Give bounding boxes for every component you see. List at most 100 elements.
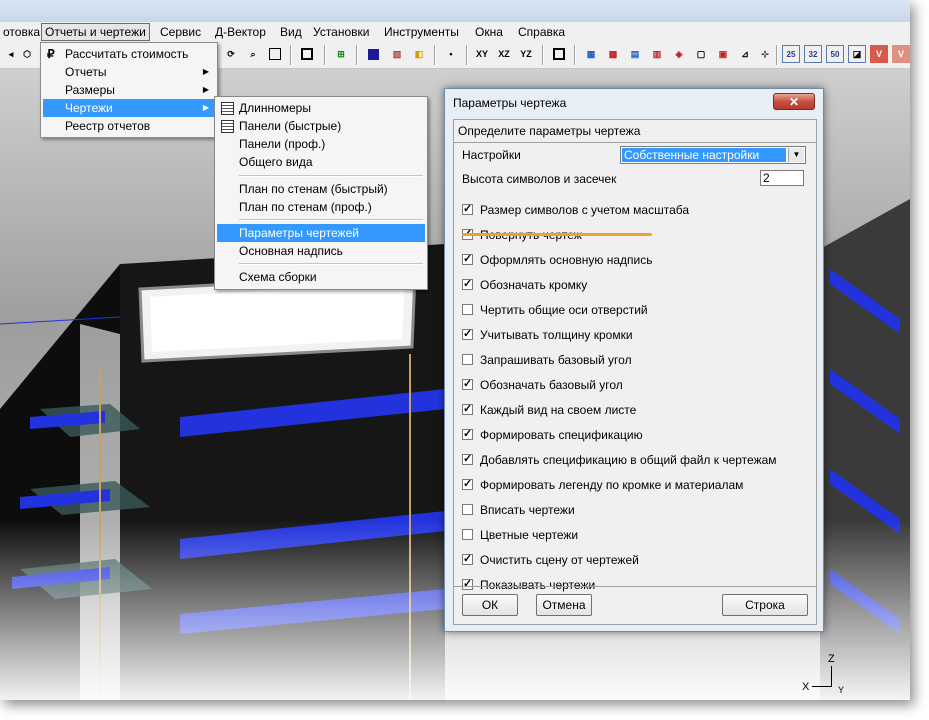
texture-icon[interactable]: ▧	[388, 45, 406, 63]
line-tool-icon[interactable]: ⊹	[756, 45, 774, 63]
layers-icon[interactable]: ◧	[410, 45, 428, 63]
checkbox-label: Очистить сцену от чертежей	[480, 553, 639, 567]
checkbox-label: Запрашивать базовый угол	[480, 353, 632, 367]
menu-separator	[239, 175, 423, 177]
checkbox-label: Добавлять спецификацию в общий файл к че…	[480, 453, 777, 467]
submenu-general-view[interactable]: Общего вида	[217, 153, 425, 171]
panel-edit-icon[interactable]: ▩	[604, 45, 622, 63]
brand-v-icon[interactable]: V	[870, 45, 888, 63]
chevron-down-icon[interactable]: ▼	[788, 148, 804, 162]
brand-v2-icon[interactable]: V	[892, 45, 910, 63]
scale-50-button[interactable]: 50	[826, 45, 844, 63]
title-strip	[0, 0, 910, 22]
view-xz-button[interactable]: XZ	[494, 45, 514, 63]
checkbox[interactable]: ✓	[462, 404, 473, 415]
checkbox[interactable]: ✓	[462, 454, 473, 465]
panel-fix-icon[interactable]: ▣	[714, 45, 732, 63]
settings-select[interactable]: Собственные настройки ▼	[620, 146, 806, 164]
color-fill-icon[interactable]	[364, 45, 382, 63]
checkbox-label: Показывать чертежи	[480, 578, 596, 592]
menu-report-registry[interactable]: Реестр отчетов	[43, 117, 215, 135]
checkbox[interactable]: ✓	[462, 554, 473, 565]
menu-item-view[interactable]: Вид	[277, 24, 305, 40]
checkbox[interactable]: ✓	[462, 579, 473, 590]
annotation-underline	[462, 233, 652, 236]
submenu-title-block[interactable]: Основная надпись	[217, 242, 425, 260]
checkbox[interactable]: ✓	[462, 479, 473, 490]
panel-cut-icon[interactable]: ◈	[670, 45, 688, 63]
submenu-arrow-icon: ▶	[202, 67, 209, 76]
menu-dimensions[interactable]: Размеры ▶	[43, 81, 215, 99]
checkbox[interactable]: ✓	[462, 204, 473, 215]
tree-icon[interactable]: ⊞	[332, 45, 350, 63]
axis-x-label: X	[802, 681, 810, 693]
view-xy-button[interactable]: XY	[472, 45, 492, 63]
checkbox[interactable]: ✓	[462, 329, 473, 340]
close-button[interactable]: ✕	[773, 93, 815, 110]
height-label: Высота символов и засечек	[462, 172, 617, 186]
cancel-button[interactable]: Отмена	[536, 594, 592, 616]
scale-25-button[interactable]: 25	[782, 45, 800, 63]
view-yz-button[interactable]: YZ	[516, 45, 536, 63]
checkbox-label: Чертить общие оси отверстий	[480, 303, 648, 317]
menu-item-help[interactable]: Справка	[515, 24, 568, 40]
submenu-arrow-icon: ▶	[202, 103, 209, 112]
menu-item-preparation[interactable]: отовка	[0, 24, 43, 40]
submenu-panels-fast[interactable]: Панели (быстрые)	[217, 117, 425, 135]
line-button[interactable]: Строка	[722, 594, 808, 616]
rotate-icon[interactable]: ⟳	[222, 45, 240, 63]
axis-z-line	[831, 666, 832, 686]
submenu-wall-plan-prof[interactable]: План по стенам (проф.)	[217, 198, 425, 216]
menu-item-settings[interactable]: Установки	[310, 24, 372, 40]
checkbox-label: Обозначать базовый угол	[480, 378, 623, 392]
frame-icon[interactable]	[550, 45, 568, 63]
table-icon	[221, 102, 234, 115]
checkbox[interactable]: ✓	[462, 379, 473, 390]
menu-item-d-vector[interactable]: Д-Вектор	[212, 24, 269, 40]
zoom-window-icon[interactable]	[266, 45, 284, 63]
app-window: отовка Отчеты и чертежи Сервис Д-Вектор …	[0, 0, 910, 700]
group-divider	[454, 142, 816, 143]
checkbox[interactable]	[462, 504, 473, 515]
menu-drawings[interactable]: Чертежи ▶	[43, 99, 215, 117]
checkbox-label: Каждый вид на своем листе	[480, 403, 637, 417]
checkbox[interactable]	[462, 354, 473, 365]
height-input[interactable]	[760, 170, 804, 186]
zoom-icon[interactable]: ⌕	[244, 45, 262, 63]
panel-frame-icon[interactable]: ▢	[692, 45, 710, 63]
checkbox-label: Оформлять основную надпись	[480, 253, 653, 267]
submenu-assembly-scheme[interactable]: Схема сборки	[217, 268, 425, 286]
ok-button[interactable]: ОК	[462, 594, 518, 616]
menu-item-reports-drawings[interactable]: Отчеты и чертежи	[41, 23, 150, 41]
point-icon[interactable]: •	[442, 45, 460, 63]
submenu-length-parts[interactable]: Длинномеры	[217, 99, 425, 117]
dialog-title: Параметры чертежа	[453, 96, 567, 110]
checkbox-label: Формировать легенду по кромке и материал…	[480, 478, 744, 492]
menu-calc-cost[interactable]: ₽ Рассчитать стоимость	[43, 45, 215, 63]
scale-custom-icon[interactable]: ◪	[848, 45, 866, 63]
panel-drill-icon[interactable]: ▥	[648, 45, 666, 63]
checkbox[interactable]	[462, 304, 473, 315]
checkbox[interactable]	[462, 529, 473, 540]
submenu-panels-prof[interactable]: Панели (проф.)	[217, 135, 425, 153]
checkbox[interactable]: ✓	[462, 254, 473, 265]
menu-reports[interactable]: Отчеты ▶	[43, 63, 215, 81]
checkbox[interactable]: ✓	[462, 429, 473, 440]
axis-y-label: Y	[838, 685, 845, 695]
measure-icon[interactable]: ⊿	[736, 45, 754, 63]
scale-32-button[interactable]: 32	[804, 45, 822, 63]
panel-icon[interactable]: ▦	[582, 45, 600, 63]
cube-icon[interactable]: ⬡	[18, 45, 36, 63]
reports-menu: ₽ Рассчитать стоимость Отчеты ▶ Размеры ▶ Ч…	[40, 42, 218, 138]
menu-item-service[interactable]: Сервис	[157, 24, 204, 40]
panel-copy-icon[interactable]: ▤	[626, 45, 644, 63]
zoom-fit-icon[interactable]	[298, 45, 316, 63]
submenu-drawing-params[interactable]: Параметры чертежей	[217, 224, 425, 242]
checkbox[interactable]: ✓	[462, 279, 473, 290]
submenu-wall-plan-fast[interactable]: План по стенам (быстрый)	[217, 180, 425, 198]
checkbox-label: Размер символов с учетом масштаба	[480, 203, 690, 217]
axis-z-label: Z	[828, 653, 835, 665]
menu-item-windows[interactable]: Окна	[472, 24, 506, 40]
menu-item-tools[interactable]: Инструменты	[381, 24, 462, 40]
settings-selected-value: Собственные настройки	[622, 148, 786, 162]
